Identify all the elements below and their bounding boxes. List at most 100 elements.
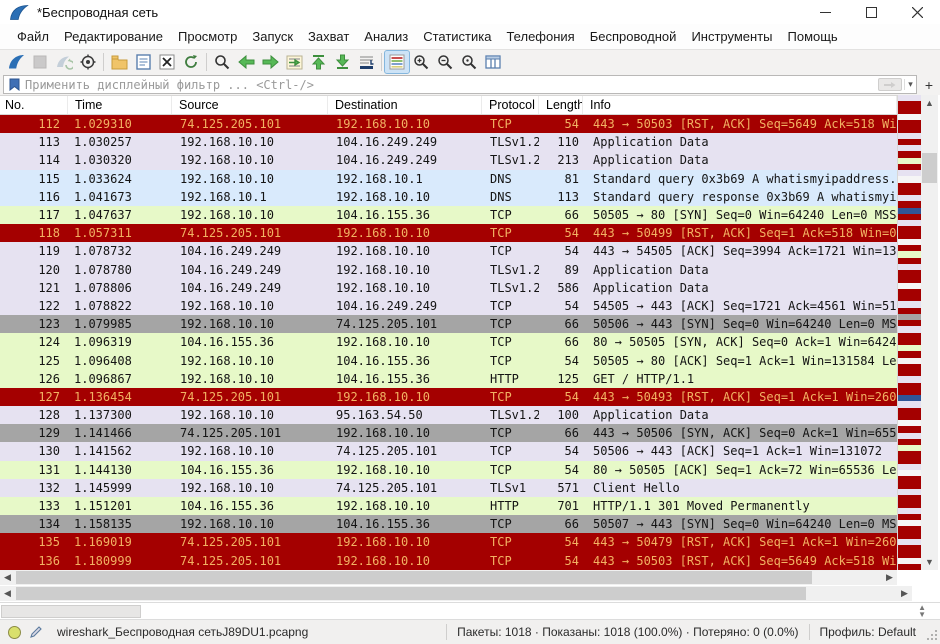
resize-columns-icon[interactable] <box>481 51 505 73</box>
go-top-icon[interactable] <box>306 51 330 73</box>
packet-row[interactable]: 1181.05731174.125.205.101192.168.10.10TC… <box>0 224 897 242</box>
scroll-down-icon[interactable]: ▼ <box>921 554 938 570</box>
packet-row[interactable]: 1341.158135192.168.10.10104.16.155.36TCP… <box>0 515 897 533</box>
save-file-icon[interactable] <box>131 51 155 73</box>
vertical-scroll-thumb[interactable] <box>922 153 937 183</box>
scroll-left-icon[interactable]: ◀ <box>0 570 15 585</box>
packet-row[interactable]: 1161.041673192.168.10.1192.168.10.10DNS1… <box>0 188 897 206</box>
packet-row[interactable]: 1321.145999192.168.10.1074.125.205.101TL… <box>0 479 897 497</box>
column-header-info[interactable]: Info <box>583 96 897 114</box>
menu-item-захват[interactable]: Захват <box>301 26 356 47</box>
packet-row[interactable]: 1351.16901974.125.205.101192.168.10.10TC… <box>0 533 897 551</box>
packet-cell: TCP <box>482 226 539 240</box>
expert-info-icon[interactable] <box>8 626 21 639</box>
packet-cell: 104.16.249.249 <box>172 244 328 258</box>
column-header-no[interactable]: No. <box>0 96 68 114</box>
go-bottom-icon[interactable] <box>330 51 354 73</box>
display-filter-input[interactable] <box>25 77 878 93</box>
close-window-button[interactable] <box>894 0 940 24</box>
packet-cell: 50505 → 80 [SYN] Seq=0 Win=64240 Len=0 M… <box>583 208 897 222</box>
go-forward-icon[interactable] <box>258 51 282 73</box>
menu-item-просмотр[interactable]: Просмотр <box>171 26 244 47</box>
open-file-icon[interactable] <box>107 51 131 73</box>
packet-row[interactable]: 1151.033624192.168.10.10192.168.10.1DNS8… <box>0 170 897 188</box>
packet-cell: 443 → 50499 [RST, ACK] Seq=1 Ack=518 Win… <box>583 226 897 240</box>
scroll-up-icon[interactable]: ▲ <box>921 95 938 111</box>
auto-scroll-icon[interactable] <box>354 51 378 73</box>
packet-cell: 104.16.155.36 <box>328 372 482 386</box>
packet-row[interactable]: 1301.141562192.168.10.1074.125.205.101TC… <box>0 442 897 460</box>
packet-row[interactable]: 1261.096867192.168.10.10104.16.155.36HTT… <box>0 370 897 388</box>
intelligent-scrollbar-minimap[interactable] <box>897 95 921 570</box>
filter-dropdown-icon[interactable]: ▾ <box>904 79 916 90</box>
menu-item-помощь[interactable]: Помощь <box>781 26 845 47</box>
packet-row[interactable]: 1361.18099974.125.205.101192.168.10.10TC… <box>0 552 897 570</box>
stop-capture-icon[interactable] <box>28 51 52 73</box>
add-filter-button[interactable]: + <box>921 76 937 93</box>
pane-spinner-icon[interactable]: ▲▼ <box>918 604 926 618</box>
zoom-reset-icon[interactable] <box>457 51 481 73</box>
column-header-destination[interactable]: Destination <box>328 96 482 114</box>
go-to-packet-icon[interactable] <box>282 51 306 73</box>
column-header-length[interactable]: Length <box>539 96 583 114</box>
colorize-icon[interactable] <box>385 51 409 73</box>
packet-row[interactable]: 1201.078780104.16.249.249192.168.10.10TL… <box>0 261 897 279</box>
menu-item-статистика[interactable]: Статистика <box>416 26 498 47</box>
menu-item-беспроводной[interactable]: Беспроводной <box>583 26 684 47</box>
packet-row[interactable]: 1171.047637192.168.10.10104.16.155.36TCP… <box>0 206 897 224</box>
horizontal-scroll-thumb[interactable] <box>16 587 806 600</box>
scroll-left-icon[interactable]: ◀ <box>0 586 15 601</box>
packet-row[interactable]: 1331.151201104.16.155.36192.168.10.10HTT… <box>0 497 897 515</box>
packet-row[interactable]: 1191.078732104.16.249.249192.168.10.10TC… <box>0 242 897 260</box>
column-header-protocol[interactable]: Protocol <box>482 96 539 114</box>
restart-capture-icon[interactable] <box>52 51 76 73</box>
menu-item-запуск[interactable]: Запуск <box>245 26 300 47</box>
horizontal-scrollbar-list[interactable]: ◀ ▶ <box>0 570 897 585</box>
packet-row[interactable]: 1271.13645474.125.205.101192.168.10.10TC… <box>0 388 897 406</box>
zoom-in-icon[interactable] <box>409 51 433 73</box>
packet-cell: 66 <box>539 317 583 331</box>
packet-row[interactable]: 1281.137300192.168.10.1095.163.54.50TLSv… <box>0 406 897 424</box>
reload-icon[interactable] <box>179 51 203 73</box>
packet-row[interactable]: 1141.030320192.168.10.10104.16.249.249TL… <box>0 151 897 169</box>
close-file-icon[interactable] <box>155 51 179 73</box>
horizontal-scrollbar-secondary[interactable]: ◀ ▶ <box>0 586 912 601</box>
menu-item-телефония[interactable]: Телефония <box>499 26 581 47</box>
start-capture-fin-icon[interactable] <box>4 51 28 73</box>
packet-row[interactable]: 1221.078822192.168.10.10104.16.249.249TC… <box>0 297 897 315</box>
packet-list-header[interactable]: No.TimeSourceDestinationProtocolLengthIn… <box>0 95 897 115</box>
zoom-out-icon[interactable] <box>433 51 457 73</box>
packet-cell: 50507 → 443 [SYN] Seq=0 Win=64240 Len=0 … <box>583 517 897 531</box>
column-header-source[interactable]: Source <box>172 96 328 114</box>
horizontal-scroll-thumb[interactable] <box>16 571 812 584</box>
column-header-time[interactable]: Time <box>68 96 172 114</box>
profile-label[interactable]: Профиль: Default <box>809 624 927 641</box>
menu-item-инструменты[interactable]: Инструменты <box>684 26 779 47</box>
packet-row[interactable]: 1131.030257192.168.10.10104.16.249.249TL… <box>0 133 897 151</box>
scroll-right-icon[interactable]: ▶ <box>897 586 912 601</box>
menu-item-редактирование[interactable]: Редактирование <box>57 26 170 47</box>
vertical-scrollbar[interactable]: ▲ ▼ <box>921 95 938 570</box>
packet-row[interactable]: 1211.078806104.16.249.249192.168.10.10TL… <box>0 279 897 297</box>
packet-row[interactable]: 1231.079985192.168.10.1074.125.205.101TC… <box>0 315 897 333</box>
capture-comment-pencil-icon[interactable] <box>29 625 43 639</box>
apply-filter-icon[interactable] <box>878 78 902 91</box>
packet-row[interactable]: 1291.14146674.125.205.101192.168.10.10TC… <box>0 424 897 442</box>
menu-item-файл[interactable]: Файл <box>10 26 56 47</box>
resize-grip[interactable] <box>926 629 938 641</box>
packet-row[interactable]: 1251.096408192.168.10.10104.16.155.36TCP… <box>0 351 897 369</box>
packet-cell: HTTP <box>482 372 539 386</box>
packet-cell: 104.16.155.36 <box>328 354 482 368</box>
scroll-right-icon[interactable]: ▶ <box>882 570 897 585</box>
packet-row[interactable]: 1241.096319104.16.155.36192.168.10.10TCP… <box>0 333 897 351</box>
packet-row[interactable]: 1311.144130104.16.155.36192.168.10.10TCP… <box>0 461 897 479</box>
filter-bookmark-icon[interactable] <box>8 78 21 91</box>
capture-options-icon[interactable] <box>76 51 100 73</box>
pane-splitter-handle[interactable] <box>1 605 141 618</box>
minimize-button[interactable] <box>802 0 848 24</box>
maximize-button[interactable] <box>848 0 894 24</box>
packet-row[interactable]: 1121.02931074.125.205.101192.168.10.10TC… <box>0 115 897 133</box>
menu-item-анализ[interactable]: Анализ <box>357 26 415 47</box>
find-packet-icon[interactable] <box>210 51 234 73</box>
go-back-icon[interactable] <box>234 51 258 73</box>
